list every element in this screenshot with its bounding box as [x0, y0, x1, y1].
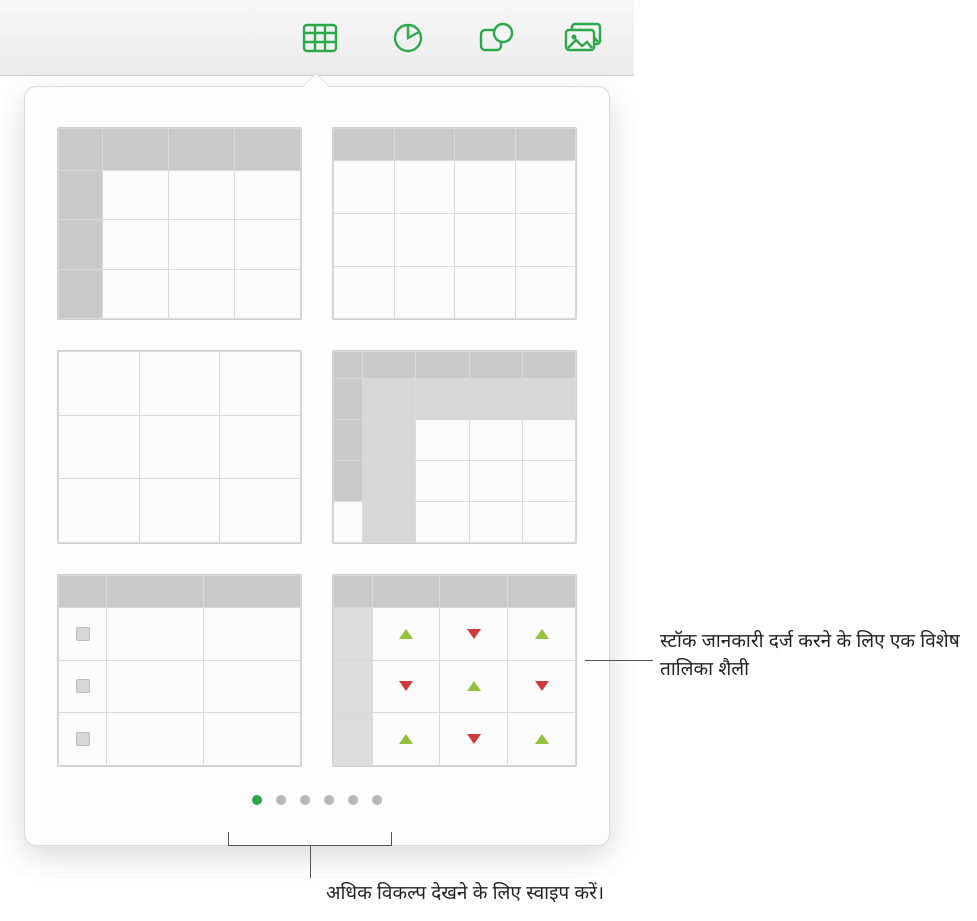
- checkbox-icon: [76, 679, 90, 693]
- arrow-up-icon: [399, 734, 413, 744]
- page-dot[interactable]: [324, 795, 334, 805]
- media-icon[interactable]: [564, 18, 604, 58]
- arrow-down-icon: [467, 629, 481, 639]
- table-style-stock[interactable]: [332, 574, 577, 767]
- table-styles-popover: [24, 86, 610, 846]
- checkbox-icon: [76, 627, 90, 641]
- table-style-checklist[interactable]: [57, 574, 302, 767]
- checkbox-icon: [76, 732, 90, 746]
- shape-icon[interactable]: [476, 18, 516, 58]
- insert-toolbar: [0, 0, 634, 76]
- callout-stock-style: स्टॉक जानकारी दर्ज करने के लिए एक विशेष …: [660, 628, 960, 683]
- callout-text: अधिक विकल्प देखने के लिए स्वाइप करें।: [326, 883, 604, 904]
- arrow-up-icon: [399, 629, 413, 639]
- table-style-header-row-col[interactable]: [57, 127, 302, 320]
- callout-leader: [585, 660, 653, 661]
- page-indicator[interactable]: [57, 795, 577, 805]
- arrow-up-icon: [535, 734, 549, 744]
- table-style-nested-header[interactable]: [332, 350, 577, 543]
- page-dot[interactable]: [252, 795, 262, 805]
- callout-swipe: अधिक विकल्प देखने के लिए स्वाइप करें।: [326, 880, 726, 908]
- table-icon[interactable]: [300, 18, 340, 58]
- callout-text: स्टॉक जानकारी दर्ज करने के लिए एक विशेष …: [660, 631, 960, 680]
- page-dot[interactable]: [348, 795, 358, 805]
- table-style-plain[interactable]: [57, 350, 302, 543]
- page-dot[interactable]: [372, 795, 382, 805]
- chart-icon[interactable]: [388, 18, 428, 58]
- page-dot[interactable]: [276, 795, 286, 805]
- callout-bracket: [228, 832, 392, 846]
- table-styles-grid: [57, 127, 577, 767]
- page-dot[interactable]: [300, 795, 310, 805]
- callout-leader: [310, 846, 311, 878]
- arrow-down-icon: [399, 681, 413, 691]
- arrow-up-icon: [535, 629, 549, 639]
- arrow-up-icon: [467, 681, 481, 691]
- arrow-down-icon: [467, 734, 481, 744]
- arrow-down-icon: [535, 681, 549, 691]
- table-style-header-row[interactable]: [332, 127, 577, 320]
